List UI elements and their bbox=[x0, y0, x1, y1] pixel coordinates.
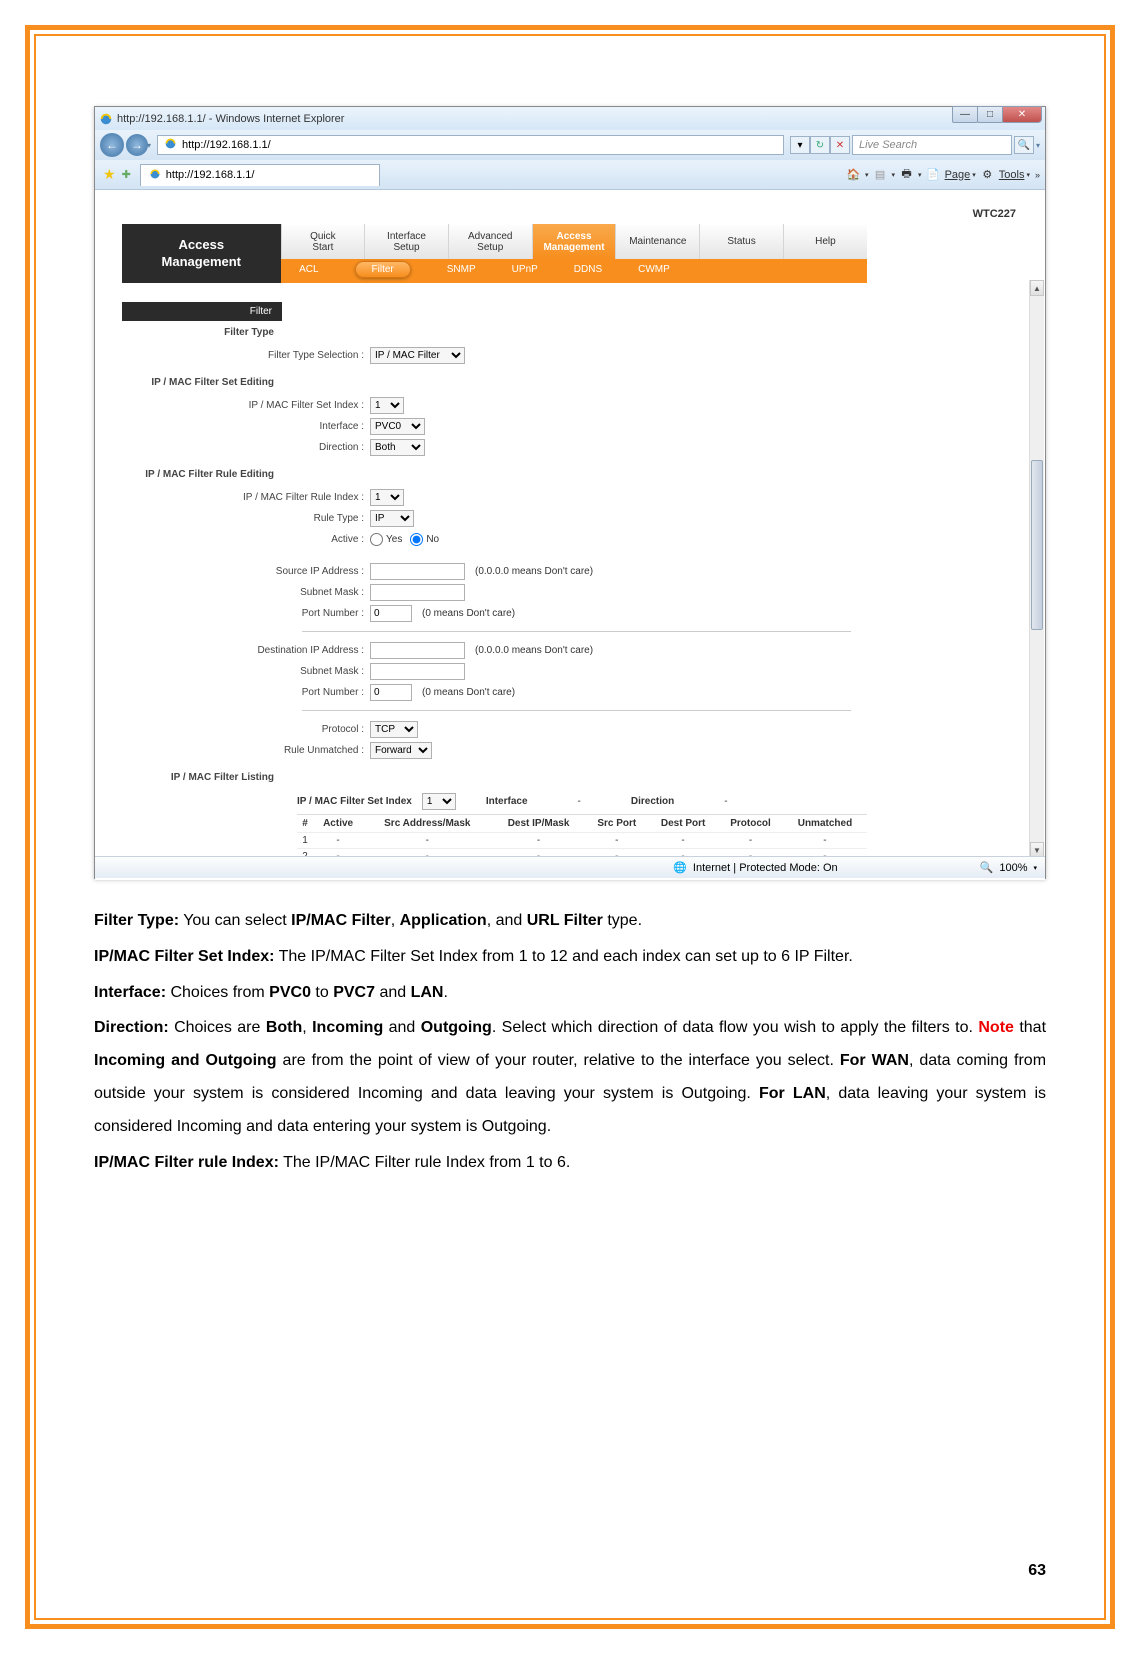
main-nav-table: Access Management Quick Start Interface … bbox=[122, 224, 867, 283]
favorites-icon[interactable]: ★ bbox=[103, 166, 116, 183]
dst-ip-input[interactable] bbox=[370, 642, 465, 659]
print-icon[interactable]: 🖶 bbox=[897, 165, 916, 184]
section-filter-header: Filter bbox=[122, 302, 282, 321]
subnav-ddns[interactable]: DDNS bbox=[556, 259, 620, 283]
back-button[interactable]: ← bbox=[100, 133, 124, 157]
zoom-icon[interactable]: 🔍 bbox=[980, 861, 994, 874]
page-menu-icon[interactable]: 📄 bbox=[924, 165, 943, 184]
window-title: http://192.168.1.1/ - Windows Internet E… bbox=[117, 113, 344, 125]
subnav-filter[interactable]: Filter bbox=[337, 259, 429, 283]
ie-icon bbox=[149, 168, 161, 183]
active-yes-radio[interactable] bbox=[370, 533, 383, 546]
tools-menu-icon[interactable]: ⚙ bbox=[978, 165, 997, 184]
subnav-cwmp[interactable]: CWMP bbox=[620, 259, 688, 283]
minimize-button[interactable]: — bbox=[952, 106, 978, 123]
history-dropdown-icon[interactable]: ▾ bbox=[147, 141, 151, 150]
model-label: WTC227 bbox=[973, 208, 1016, 220]
dst-subnet-input[interactable] bbox=[370, 663, 465, 680]
filter-type-select[interactable]: IP / MAC Filter bbox=[370, 347, 465, 364]
status-text: Internet | Protected Mode: On bbox=[693, 862, 838, 874]
unmatched-select[interactable]: Forward bbox=[370, 742, 432, 759]
address-bar[interactable]: http://192.168.1.1/ bbox=[157, 135, 784, 155]
router-page-content: WTC227 Access Management Quick Start Int… bbox=[95, 190, 1045, 880]
interface-select[interactable]: PVC0 bbox=[370, 418, 425, 435]
ie-icon bbox=[99, 112, 113, 126]
stop-button[interactable]: ✕ bbox=[830, 136, 850, 154]
src-ip-input[interactable] bbox=[370, 563, 465, 580]
section-title: Access Management bbox=[122, 224, 281, 283]
subnav-snmp[interactable]: SNMP bbox=[429, 259, 494, 283]
maximize-button[interactable]: □ bbox=[977, 106, 1003, 123]
section-filter-type-header: Filter Type bbox=[122, 321, 282, 344]
rule-index-select[interactable]: 1 bbox=[370, 489, 404, 506]
nav-status[interactable]: Status bbox=[700, 224, 784, 259]
protocol-select[interactable]: TCP bbox=[370, 721, 418, 738]
zoom-dropdown-icon[interactable]: ▾ bbox=[1033, 864, 1037, 872]
rss-icon[interactable]: ▤ bbox=[871, 165, 890, 184]
add-favorites-icon[interactable]: ✚ bbox=[122, 168, 131, 181]
set-index-select[interactable]: 1 bbox=[370, 397, 404, 414]
scroll-up-button[interactable]: ▲ bbox=[1030, 280, 1044, 296]
forward-button[interactable]: → bbox=[126, 134, 148, 156]
url-text: http://192.168.1.1/ bbox=[182, 139, 271, 151]
dst-port-input[interactable] bbox=[370, 684, 412, 701]
globe-icon: 🌐 bbox=[673, 861, 687, 874]
rule-type-select[interactable]: IP bbox=[370, 510, 414, 527]
ie-icon bbox=[164, 137, 177, 153]
search-button[interactable]: 🔍 bbox=[1014, 136, 1034, 154]
nav-interface-setup[interactable]: Interface Setup bbox=[365, 224, 449, 259]
status-bar: 🌐 Internet | Protected Mode: On 🔍 100% ▾ bbox=[95, 856, 1045, 878]
addr-dropdown-button[interactable]: ▾ bbox=[790, 136, 810, 154]
nav-maintenance[interactable]: Maintenance bbox=[616, 224, 700, 259]
document-body-text: Filter Type: You can select IP/MAC Filte… bbox=[94, 905, 1046, 1179]
tools-menu[interactable]: Tools bbox=[999, 169, 1025, 181]
subnav-acl[interactable]: ACL bbox=[281, 259, 336, 283]
table-row: 1------- bbox=[297, 833, 867, 849]
ie-window-screenshot: http://192.168.1.1/ - Windows Internet E… bbox=[94, 106, 1046, 879]
nav-advanced-setup[interactable]: Advanced Setup bbox=[448, 224, 532, 259]
direction-select[interactable]: Both bbox=[370, 439, 425, 456]
window-titlebar: http://192.168.1.1/ - Windows Internet E… bbox=[95, 107, 1045, 130]
vertical-scrollbar[interactable]: ▲ ▼ bbox=[1029, 280, 1044, 858]
active-no-radio[interactable] bbox=[410, 533, 423, 546]
listing-set-index-select[interactable]: 1 bbox=[422, 793, 456, 810]
nav-help[interactable]: Help bbox=[783, 224, 867, 259]
home-icon[interactable]: 🏠 bbox=[844, 165, 863, 184]
src-subnet-input[interactable] bbox=[370, 584, 465, 601]
page-menu[interactable]: Page bbox=[945, 169, 971, 181]
zoom-level[interactable]: 100% bbox=[999, 862, 1027, 874]
search-dropdown-icon[interactable]: ▾ bbox=[1036, 141, 1040, 150]
nav-access-management[interactable]: Access Management bbox=[532, 224, 616, 259]
page-number: 63 bbox=[1028, 1562, 1046, 1580]
section-rule-editing-header: IP / MAC Filter Rule Editing bbox=[122, 463, 282, 486]
subnav-upnp[interactable]: UPnP bbox=[494, 259, 556, 283]
browser-tab[interactable]: http://192.168.1.1/ bbox=[140, 164, 380, 186]
search-box[interactable]: Live Search bbox=[852, 135, 1012, 155]
close-button[interactable]: ✕ bbox=[1002, 106, 1042, 123]
section-listing-header: IP / MAC Filter Listing bbox=[122, 766, 282, 789]
scrollbar-thumb[interactable] bbox=[1031, 460, 1043, 630]
src-port-input[interactable] bbox=[370, 605, 412, 622]
section-set-editing-header: IP / MAC Filter Set Editing bbox=[122, 371, 282, 394]
refresh-button[interactable]: ↻ bbox=[810, 136, 830, 154]
nav-quick-start[interactable]: Quick Start bbox=[281, 224, 365, 259]
